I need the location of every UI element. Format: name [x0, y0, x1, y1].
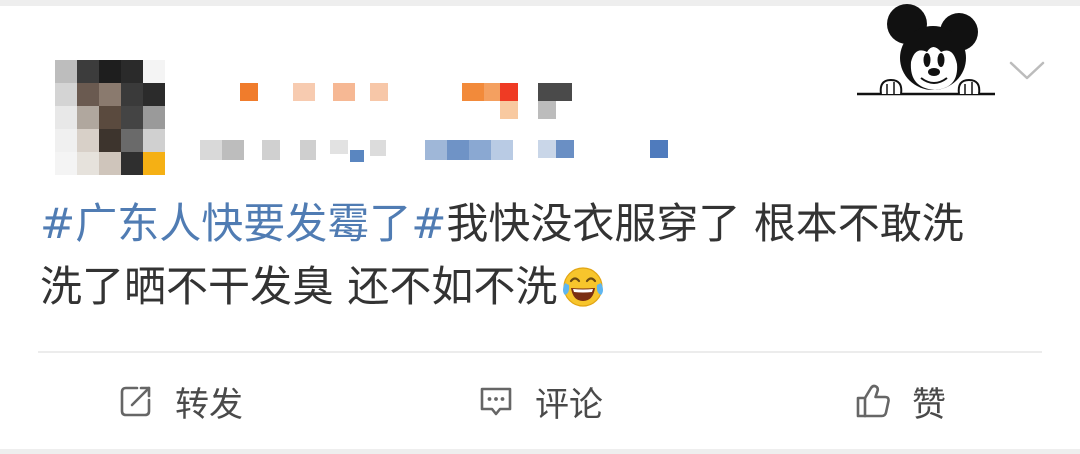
- mosaic-cell: [469, 140, 491, 160]
- mosaic-cell: [99, 129, 121, 152]
- mosaic-cell: [370, 140, 386, 156]
- face-with-tears-of-joy-icon: [563, 267, 604, 307]
- mosaic-cell: [556, 140, 574, 158]
- mosaic-cell: [538, 101, 556, 119]
- mosaic-cell: [77, 129, 99, 152]
- mosaic-cell: [55, 106, 77, 129]
- mosaic-cell: [500, 83, 518, 101]
- pixelated-avatar[interactable]: [55, 60, 165, 175]
- mosaic-cell: [222, 140, 244, 160]
- mosaic-cell: [77, 60, 99, 83]
- mosaic-cell: [143, 83, 165, 106]
- comment-icon: [480, 387, 512, 416]
- like-label: 赞: [912, 384, 946, 425]
- mosaic-cell: [99, 60, 121, 83]
- chevron-down-icon[interactable]: [1008, 58, 1046, 84]
- mosaic-cell: [121, 106, 143, 129]
- mosaic-cell: [143, 106, 165, 129]
- post-body-text: 洗了晒不干发臭 还不如不洗: [40, 262, 558, 311]
- post-line-1: #广东人快要发霉了#我快没衣服穿了 根本不敢洗: [40, 192, 1050, 255]
- mosaic-cell: [300, 140, 316, 160]
- like-icon: [856, 384, 890, 418]
- mosaic-cell: [333, 83, 355, 101]
- repost-icon: [120, 386, 151, 417]
- mosaic-cell: [143, 152, 165, 175]
- divider: [38, 351, 1042, 353]
- post-line-2: 洗了晒不干发臭 还不如不洗: [40, 255, 1050, 318]
- comment-label: 评论: [535, 384, 603, 425]
- mosaic-cell: [500, 101, 518, 119]
- comment-button[interactable]: 评论: [360, 372, 720, 430]
- mosaic-cell: [350, 150, 364, 162]
- mosaic-cell: [77, 83, 99, 106]
- repost-button[interactable]: 转发: [0, 372, 360, 430]
- mosaic-cell: [55, 60, 77, 83]
- mosaic-cell: [262, 140, 280, 160]
- hashtag-link[interactable]: #广东人快要发霉了#: [40, 199, 446, 248]
- action-bar: 转发 评论 赞: [0, 372, 1080, 430]
- mosaic-cell: [293, 83, 315, 101]
- mosaic-cell: [99, 83, 121, 106]
- mosaic-cell: [240, 83, 258, 101]
- mosaic-cell: [121, 83, 143, 106]
- mosaic-cell: [99, 152, 121, 175]
- mosaic-cell: [538, 83, 572, 101]
- mosaic-cell: [447, 140, 469, 160]
- mosaic-cell: [425, 140, 447, 160]
- mosaic-cell: [121, 152, 143, 175]
- post-text: #广东人快要发霉了#我快没衣服穿了 根本不敢洗 洗了晒不干发臭 还不如不洗: [40, 192, 1050, 318]
- mosaic-cell: [77, 106, 99, 129]
- mosaic-cell: [491, 140, 513, 160]
- mosaic-cell: [370, 83, 388, 101]
- mosaic-cell: [55, 83, 77, 106]
- mosaic-cell: [121, 60, 143, 83]
- mosaic-cell: [99, 106, 121, 129]
- mosaic-cell: [55, 152, 77, 175]
- mosaic-cell: [330, 140, 348, 154]
- like-button[interactable]: 赞: [720, 372, 1080, 430]
- repost-label: 转发: [175, 384, 243, 425]
- mosaic-cell: [200, 140, 222, 160]
- mosaic-cell: [77, 152, 99, 175]
- mosaic-cell: [484, 83, 500, 101]
- post-body-text: 我快没衣服穿了 根本不敢洗: [446, 199, 964, 248]
- mosaic-cell: [650, 140, 668, 158]
- mosaic-cell: [143, 60, 165, 83]
- bottom-separator-strip: [0, 449, 1080, 454]
- pixelated-username[interactable]: [195, 78, 675, 166]
- mosaic-cell: [55, 129, 77, 152]
- mosaic-cell: [462, 83, 484, 101]
- mickey-mouse-icon: [857, 4, 995, 96]
- mosaic-cell: [121, 129, 143, 152]
- mosaic-cell: [143, 129, 165, 152]
- mosaic-cell: [538, 140, 556, 158]
